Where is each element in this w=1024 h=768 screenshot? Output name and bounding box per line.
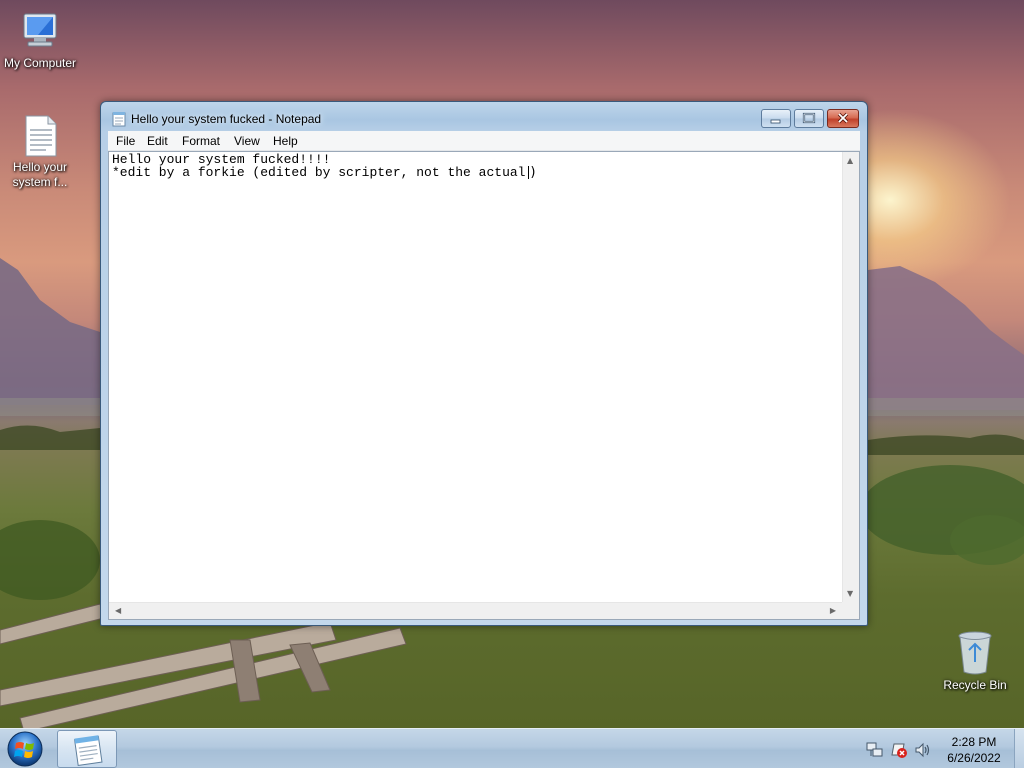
clock-date: 6/26/2022 bbox=[947, 751, 1001, 765]
size-grip[interactable] bbox=[842, 602, 859, 619]
scroll-up-icon[interactable]: ▲ bbox=[847, 156, 853, 165]
window-title: Hello your system fucked - Notepad bbox=[131, 112, 322, 126]
close-button[interactable] bbox=[827, 109, 859, 128]
vertical-scrollbar[interactable]: ▲ ▼ bbox=[842, 152, 859, 602]
desktop-icon-label: My Computer bbox=[3, 56, 77, 70]
menu-file[interactable]: File bbox=[116, 134, 135, 148]
system-clock[interactable]: 2:28 PM 6/26/2022 bbox=[938, 734, 1010, 766]
text-file-icon bbox=[25, 115, 57, 157]
start-button[interactable] bbox=[5, 730, 45, 768]
desktop-icon-my-computer[interactable]: My Computer bbox=[0, 10, 80, 71]
menu-view[interactable]: View bbox=[234, 134, 260, 148]
desktop-icon-label: Recycle Bin bbox=[943, 678, 1007, 692]
minimize-button[interactable] bbox=[761, 109, 791, 128]
system-tray bbox=[866, 741, 936, 759]
menu-edit[interactable]: Edit bbox=[147, 134, 168, 148]
clock-time: 2:28 PM bbox=[951, 735, 997, 749]
desktop-icon-recycle-bin[interactable]: Recycle Bin bbox=[935, 630, 1015, 693]
scroll-left-icon[interactable]: ◀ bbox=[115, 606, 121, 615]
windows-orb-icon bbox=[7, 731, 43, 767]
minimize-icon bbox=[770, 119, 781, 124]
text-line: *edit by a forkie (edited by scripter, n… bbox=[112, 165, 538, 180]
notepad-icon bbox=[74, 735, 103, 766]
menu-format[interactable]: Format bbox=[182, 134, 220, 148]
notepad-icon bbox=[112, 112, 126, 127]
menu-bar: File Edit Format View Help bbox=[108, 131, 860, 151]
text-content[interactable]: Hello your system fucked!!!! *edit by a f… bbox=[112, 153, 842, 601]
scroll-right-icon[interactable]: ▶ bbox=[830, 606, 836, 615]
notepad-window[interactable]: Hello your system fucked - Notepad File … bbox=[100, 101, 868, 626]
taskbar-notepad-button[interactable] bbox=[57, 730, 117, 768]
recycle-bin-icon bbox=[958, 631, 992, 675]
show-desktop-button[interactable] bbox=[1014, 729, 1024, 768]
maximize-button[interactable] bbox=[794, 109, 824, 128]
scroll-down-icon[interactable]: ▼ bbox=[847, 589, 853, 598]
horizontal-scrollbar[interactable]: ◀ ▶ bbox=[109, 602, 842, 619]
network-icon[interactable] bbox=[866, 741, 884, 759]
volume-icon[interactable] bbox=[914, 741, 932, 759]
menu-help[interactable]: Help bbox=[273, 134, 298, 148]
text-editor[interactable]: Hello your system fucked!!!! *edit by a f… bbox=[108, 151, 860, 620]
computer-icon bbox=[23, 13, 57, 47]
maximize-icon bbox=[802, 112, 816, 124]
action-center-icon[interactable] bbox=[890, 741, 908, 759]
title-bar[interactable]: Hello your system fucked - Notepad bbox=[101, 102, 867, 132]
taskbar: 2:28 PM 6/26/2022 bbox=[0, 728, 1024, 768]
desktop-icon-text-file[interactable]: Hello your system f... bbox=[0, 114, 80, 190]
desktop-icon-label: Hello your system f... bbox=[12, 160, 68, 189]
close-icon bbox=[837, 112, 849, 124]
